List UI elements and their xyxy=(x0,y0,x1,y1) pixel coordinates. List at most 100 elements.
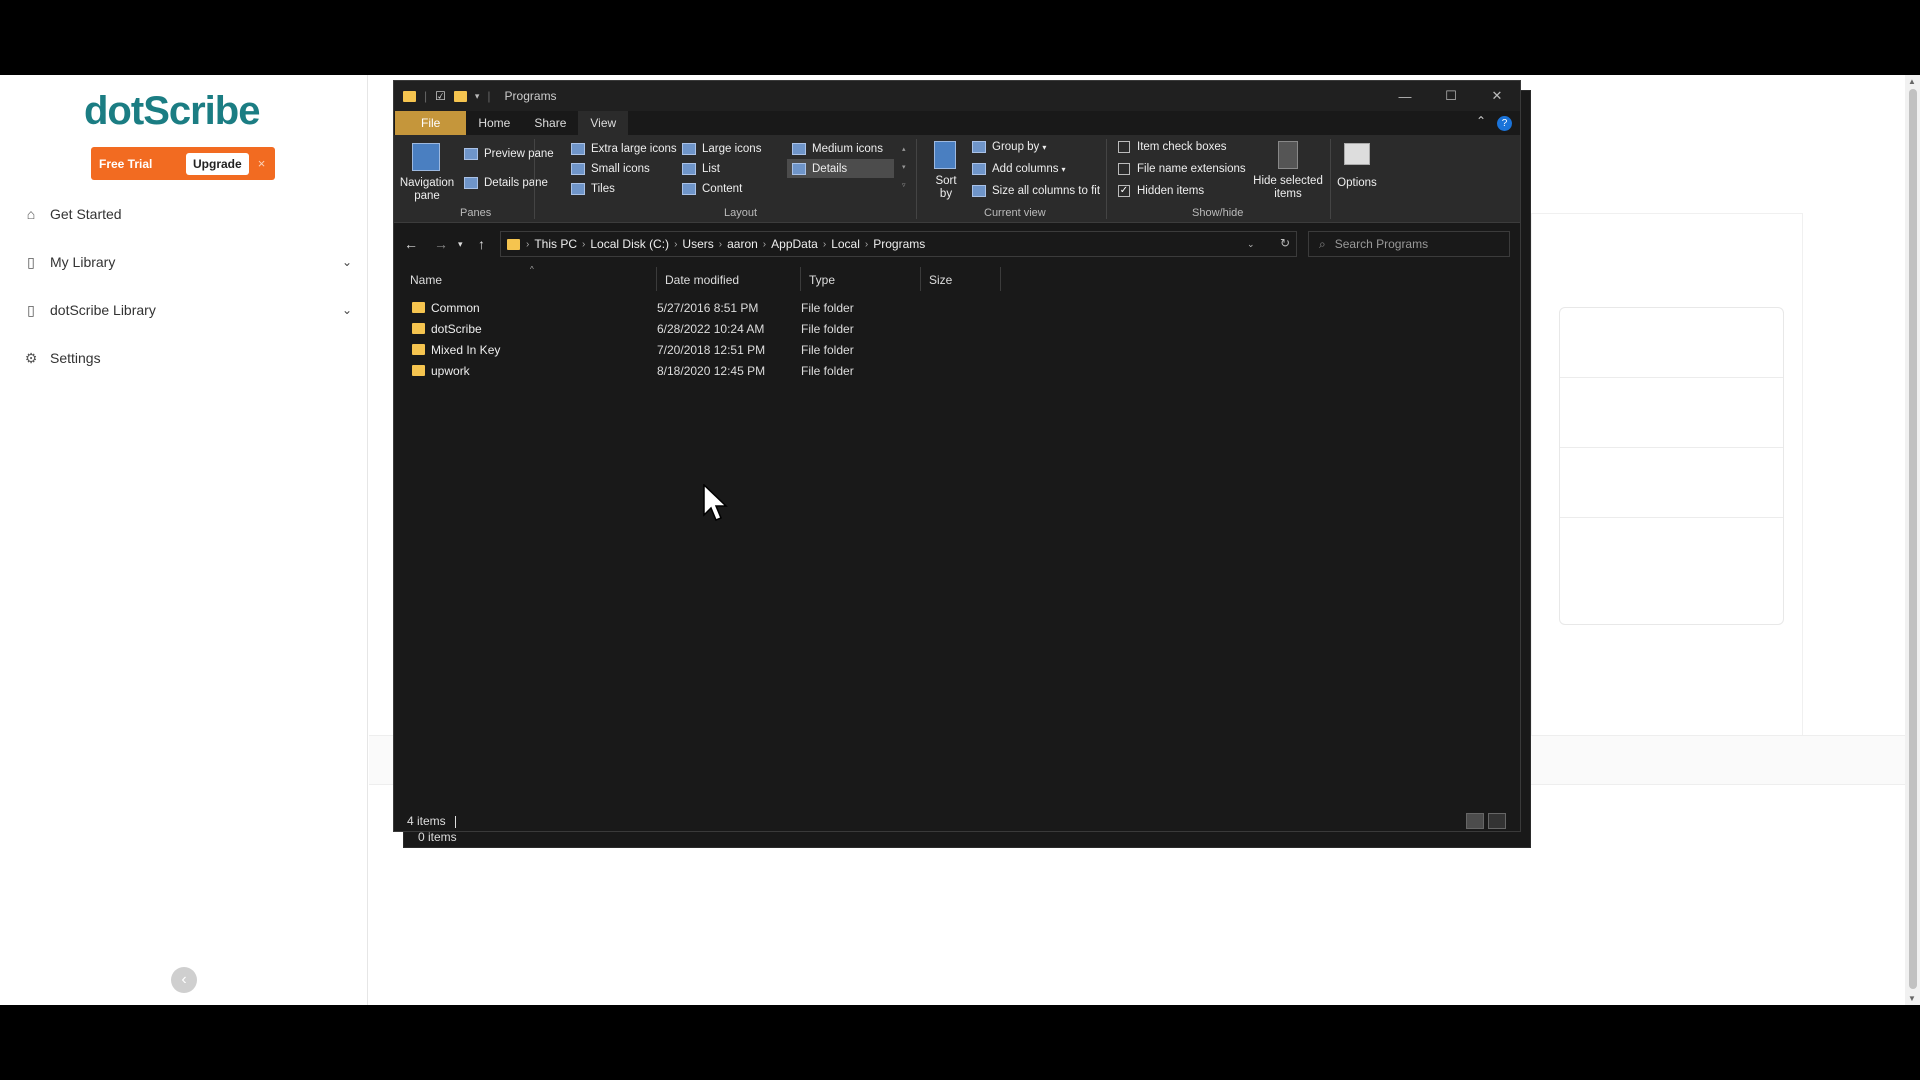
search-placeholder: Search Programs xyxy=(1334,237,1429,251)
group-label-show-hide: Show/hide xyxy=(1192,207,1244,219)
details-pane-button[interactable]: Details pane xyxy=(464,177,548,189)
checkbox[interactable] xyxy=(1118,163,1130,175)
file-list: Common 5/27/2016 8:51 PM File folder dot… xyxy=(394,297,1520,381)
breadcrumb-item[interactable]: Programs xyxy=(873,237,925,251)
layout-small-icons[interactable]: Small icons xyxy=(571,163,650,175)
add-columns-button[interactable]: Add columns ▾ xyxy=(972,163,1066,175)
window-title: Programs xyxy=(504,89,557,103)
hidden-items-toggle[interactable]: ✓ Hidden items xyxy=(1118,185,1204,197)
item-check-boxes-toggle[interactable]: Item check boxes xyxy=(1118,141,1226,153)
ribbon-tabs: File Home Share View ⌃ ? xyxy=(394,111,1520,135)
layout-scroll-arrows[interactable]: ▴ ▾ ▿ xyxy=(902,141,906,195)
preview-pane-icon xyxy=(464,148,478,160)
chevron-down-icon[interactable]: ⌄ xyxy=(342,303,352,317)
address-bar[interactable]: › This PC › Local Disk (C:) › Users › aaron… xyxy=(500,231,1297,257)
tab-home[interactable]: Home xyxy=(466,111,522,135)
file-row[interactable]: dotScribe 6/28/2022 10:24 AM File folder xyxy=(394,318,1520,339)
collapse-sidebar-button[interactable]: ‹ xyxy=(171,967,197,993)
hide-selected-icon xyxy=(1278,141,1298,169)
column-header-type[interactable]: Type xyxy=(801,267,921,291)
group-by-button[interactable]: Group by ▾ xyxy=(972,141,1046,153)
forward-arrow-icon[interactable]: → xyxy=(434,236,448,252)
up-arrow-icon[interactable]: ↑ xyxy=(478,236,485,252)
recent-locations-icon[interactable]: ▾ xyxy=(458,239,463,250)
nav-my-library[interactable]: ▯ My Library ⌄ xyxy=(22,253,352,271)
properties-icon[interactable]: ☑ xyxy=(435,89,446,103)
hide-selected-items-button[interactable]: Hide selected items xyxy=(1252,175,1324,201)
folder-icon xyxy=(403,90,416,102)
trial-close-icon[interactable]: × xyxy=(258,156,266,171)
layout-medium-icons[interactable]: Medium icons xyxy=(792,143,883,155)
group-label-panes: Panes xyxy=(460,207,492,219)
sort-by-button[interactable]: Sort by xyxy=(930,175,962,201)
content-panel xyxy=(1559,307,1784,625)
maximize-icon[interactable]: ☐ xyxy=(1428,81,1474,111)
brand-logo: dotScribe xyxy=(84,89,260,133)
upgrade-button[interactable]: Upgrade xyxy=(186,152,249,175)
checkbox[interactable] xyxy=(1118,141,1130,153)
nav-label: Settings xyxy=(50,350,101,366)
breadcrumb-item[interactable]: This PC xyxy=(534,237,577,251)
size-all-columns-button[interactable]: Size all columns to fit xyxy=(972,185,1100,197)
close-icon[interactable]: ✕ xyxy=(1474,81,1520,111)
breadcrumb-item[interactable]: Local xyxy=(831,237,860,251)
minimize-icon[interactable]: — xyxy=(1382,81,1428,111)
nav-dotscribe-library[interactable]: ▯ dotScribe Library ⌄ xyxy=(22,301,352,319)
details-pane-icon xyxy=(464,177,478,189)
checkbox-checked[interactable]: ✓ xyxy=(1118,185,1130,197)
preview-pane-button[interactable]: Preview pane xyxy=(464,148,554,160)
screen: dotScribe Free Trial Upgrade × ⌂ Get Sta… xyxy=(0,0,1920,1080)
file-row[interactable]: Mixed In Key 7/20/2018 12:51 PM File fol… xyxy=(394,339,1520,360)
nav-label: My Library xyxy=(50,254,116,270)
breadcrumb-item[interactable]: Local Disk (C:) xyxy=(590,237,669,251)
home-icon: ⌂ xyxy=(26,206,36,222)
page-scrollbar[interactable]: ▲ ▼ xyxy=(1905,75,1920,1005)
file-row[interactable]: upwork 8/18/2020 12:45 PM File folder xyxy=(394,360,1520,381)
search-box[interactable]: ⌕ Search Programs xyxy=(1308,231,1510,257)
customize-toolbar-icon[interactable]: ▾ xyxy=(475,91,480,102)
layout-content[interactable]: Content xyxy=(682,183,742,195)
layout-extra-large-icons[interactable]: Extra large icons xyxy=(571,143,677,155)
sidebar: dotScribe Free Trial Upgrade × ⌂ Get Sta… xyxy=(0,75,368,1005)
back-arrow-icon[interactable]: ← xyxy=(404,236,418,252)
large-icons-view-toggle-icon[interactable] xyxy=(1488,813,1506,829)
address-dropdown-icon[interactable]: ⌄ xyxy=(1247,239,1255,249)
collapse-ribbon-icon[interactable]: ⌃ xyxy=(1476,114,1486,128)
breadcrumb-item[interactable]: Users xyxy=(682,237,713,251)
new-folder-icon[interactable] xyxy=(453,90,467,102)
scroll-down-icon[interactable]: ▼ xyxy=(1908,994,1916,1003)
file-name-extensions-toggle[interactable]: File name extensions xyxy=(1118,163,1246,175)
column-header-size[interactable]: Size xyxy=(921,267,1001,291)
dropdown-icon: ▾ xyxy=(1042,142,1047,152)
options-button[interactable]: Options xyxy=(1334,177,1380,190)
file-row[interactable]: Common 5/27/2016 8:51 PM File folder xyxy=(394,297,1520,318)
breadcrumb-item[interactable]: AppData xyxy=(771,237,818,251)
refresh-icon[interactable]: ↻ xyxy=(1280,236,1290,250)
scrollbar-thumb[interactable] xyxy=(1909,89,1917,989)
tab-view[interactable]: View xyxy=(578,111,629,135)
folder-icon xyxy=(507,238,520,250)
navigation-pane-button[interactable]: Navigation pane xyxy=(398,177,456,203)
column-header-date[interactable]: Date modified xyxy=(657,267,801,291)
help-icon[interactable]: ? xyxy=(1497,116,1512,131)
gear-icon: ⚙ xyxy=(24,349,38,366)
breadcrumb-item[interactable]: aaron xyxy=(727,237,758,251)
layout-details[interactable]: Details xyxy=(792,163,847,175)
trial-banner: Free Trial Upgrade × xyxy=(91,147,275,180)
tab-share[interactable]: Share xyxy=(522,111,578,135)
tab-file[interactable]: File xyxy=(395,111,467,135)
trial-label: Free Trial xyxy=(99,156,153,171)
column-header-name[interactable]: Name xyxy=(394,267,657,291)
nav-get-started[interactable]: ⌂ Get Started xyxy=(22,205,352,223)
layout-tiles[interactable]: Tiles xyxy=(571,183,615,195)
layout-large-icons[interactable]: Large icons xyxy=(682,143,761,155)
folder-icon xyxy=(412,365,425,376)
group-label-current-view: Current view xyxy=(984,207,1046,219)
details-view-toggle-icon[interactable] xyxy=(1466,813,1484,829)
chevron-down-icon[interactable]: ⌄ xyxy=(342,255,352,269)
folder-icon xyxy=(412,344,425,355)
scroll-up-icon[interactable]: ▲ xyxy=(1908,77,1916,86)
layout-list[interactable]: List xyxy=(682,163,720,175)
add-columns-icon xyxy=(972,163,986,175)
nav-settings[interactable]: ⚙ Settings xyxy=(22,349,352,367)
